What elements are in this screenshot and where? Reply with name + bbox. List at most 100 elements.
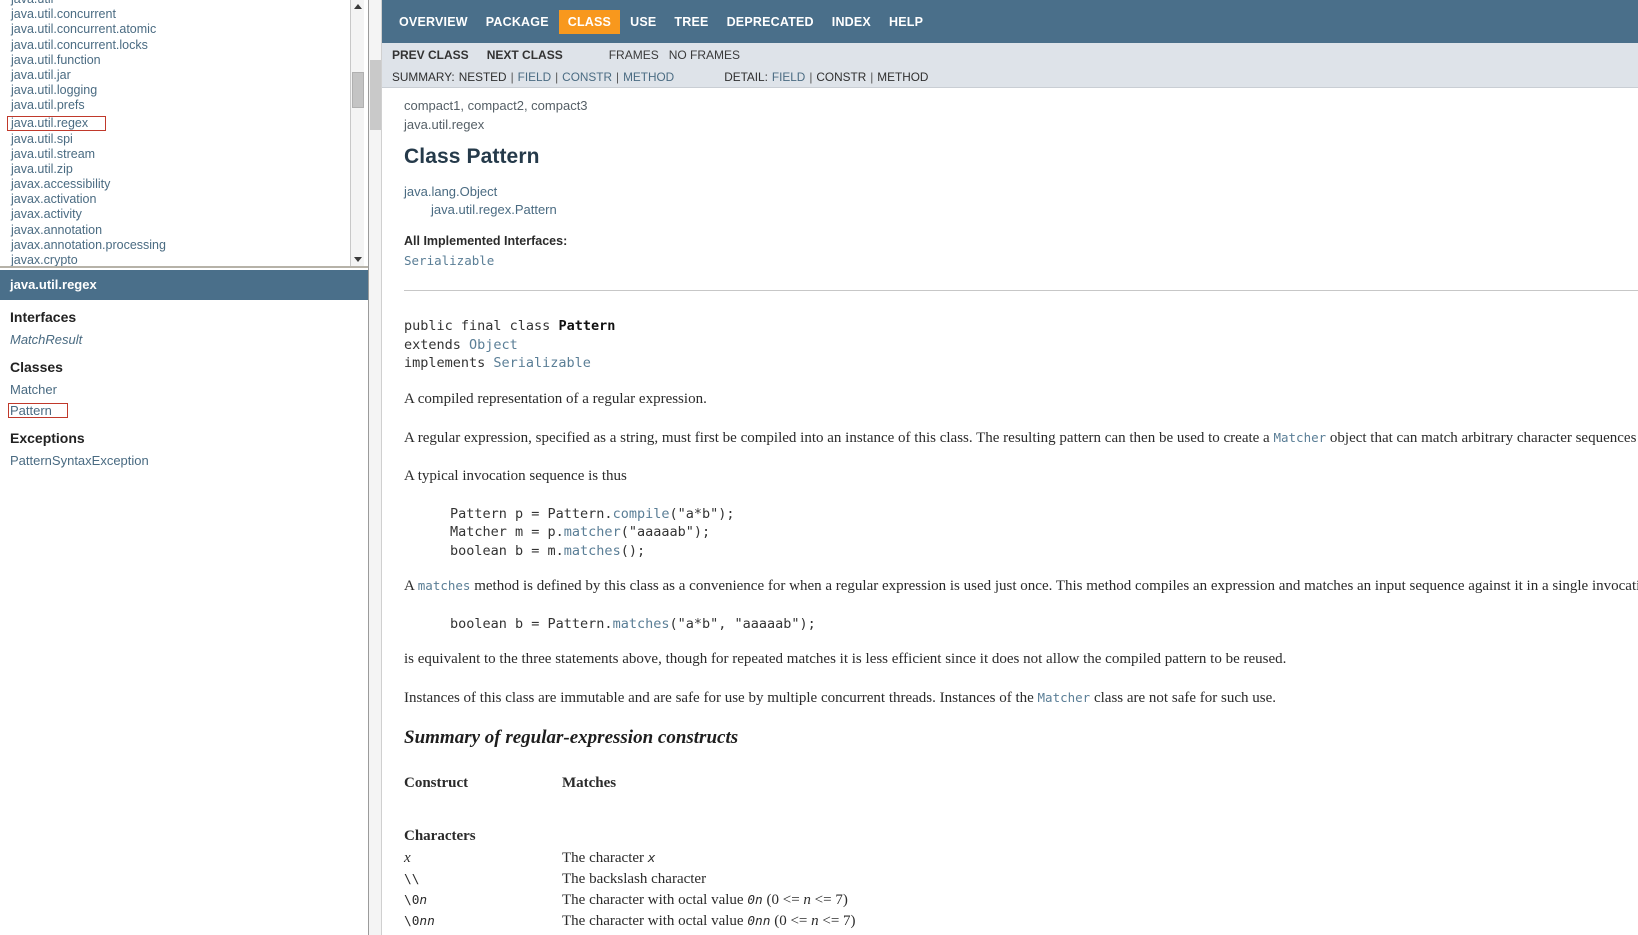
summary-link-constr[interactable]: CONSTR (562, 70, 612, 84)
package-list-item[interactable]: javax.accessibility (9, 177, 348, 192)
package-list-item[interactable]: javax.annotation.processing (9, 238, 348, 253)
class-document: compact1, compact2, compact3 java.util.r… (383, 88, 1638, 935)
javadoc-page: java.utiljava.util.concurrentjava.util.c… (0, 0, 1638, 935)
package-list-item[interactable]: javax.activation (9, 192, 348, 207)
profiles-line: compact1, compact2, compact3 (404, 98, 588, 113)
nav-link-class[interactable]: CLASS (558, 9, 621, 34)
table-group-row: Characters (404, 826, 945, 848)
detail-link-constr[interactable]: CONSTR (816, 70, 866, 84)
package-list-item[interactable]: javax.activity (9, 207, 348, 222)
implemented-interface-link[interactable]: Serializable (404, 253, 1638, 268)
package-list-item[interactable]: java.util.logging (9, 83, 348, 98)
nav-link-index[interactable]: INDEX (824, 11, 879, 33)
nav-link-tree[interactable]: TREE (666, 11, 716, 33)
scrollbar-thumb[interactable] (370, 60, 381, 130)
nav-link-deprecated[interactable]: DEPRECATED (719, 11, 822, 33)
signature-line-3: implements Serializable (404, 355, 591, 371)
summary-link-field[interactable]: FIELD (518, 70, 551, 84)
separator: | (510, 69, 514, 84)
frames-link[interactable]: FRAMES (609, 48, 659, 62)
scrollbar-thumb[interactable] (352, 72, 364, 108)
next-class-link[interactable]: NEXT CLASS (487, 48, 563, 62)
matcher-code-ref[interactable]: Matcher (1273, 430, 1326, 445)
matcher-code-ref-2[interactable]: Matcher (1038, 690, 1091, 705)
class-list-item[interactable]: MatchResult (0, 329, 368, 350)
nav-link-use[interactable]: USE (622, 11, 664, 33)
cell-construct: \0nn (404, 913, 435, 929)
detail-link-field[interactable]: FIELD (772, 70, 805, 84)
signature-line-1: public final class Pattern (404, 318, 616, 334)
scroll-up-arrow-icon[interactable] (351, 0, 364, 13)
class-frame-package-title: java.util.regex (0, 270, 368, 300)
package-list-frame[interactable]: java.utiljava.util.concurrentjava.util.c… (0, 0, 368, 268)
separator: | (809, 69, 813, 84)
detail-label: DETAIL: (724, 69, 768, 84)
description-paragraph-1: A compiled representation of a regular e… (404, 390, 707, 407)
page-title: Class Pattern (404, 145, 540, 168)
class-list-frame: java.util.regex Interfaces MatchResult Cla… (0, 270, 368, 935)
package-list-item[interactable]: java.util.zip (9, 162, 348, 177)
cell-matches (562, 826, 945, 848)
class-signature: public final class Pattern extends Objec… (404, 317, 1638, 373)
nav-link-help[interactable]: HELP (881, 11, 931, 33)
code-block-2: boolean b = Pattern.matches("a*b", "aaaa… (450, 616, 816, 632)
nav-link-package[interactable]: PACKAGE (478, 11, 557, 33)
matches-code-ref[interactable]: matches (418, 578, 471, 593)
package-list-item[interactable]: javax.annotation (9, 223, 348, 238)
class-list-sections: Interfaces MatchResult Classes Matcher Patte… (0, 300, 368, 471)
summary-links: NESTED | FIELD | CONSTR | METHOD (459, 70, 674, 84)
class-list-item[interactable]: Pattern (0, 400, 368, 421)
package-list-item[interactable]: java.util (9, 0, 348, 7)
package-list-item[interactable]: java.util.function (9, 53, 348, 68)
package-list-item[interactable]: java.util.jar (9, 68, 348, 83)
table-row: \0nn The character with octal value 0nn (… (404, 911, 945, 932)
sub-navigation-bar: PREV CLASS NEXT CLASS FRAMES NO FRAMES (382, 43, 1638, 66)
left-frames-column: java.utiljava.util.concurrentjava.util.c… (0, 0, 369, 935)
cell-matches: The character with octal value 0nn (0 <=… (562, 912, 856, 929)
package-list-item[interactable]: java.util.spi (9, 132, 348, 147)
table-row: x The character x (404, 848, 945, 869)
cell-matches: The character x (562, 849, 656, 866)
class-list-item[interactable]: PatternSyntaxException (0, 450, 368, 471)
class-list-item-label: Pattern (8, 403, 68, 418)
package-list-item[interactable]: javax.crypto (9, 253, 348, 266)
prev-class-link[interactable]: PREV CLASS (392, 48, 469, 62)
package-list-scrollbar[interactable] (350, 0, 364, 266)
cell-construct: x (404, 849, 411, 866)
package-list-item[interactable]: java.util.concurrent.atomic (9, 22, 348, 37)
package-list-item[interactable]: java.util.stream (9, 147, 348, 162)
scroll-down-arrow-icon[interactable] (351, 253, 364, 266)
column-header-construct: Construct (404, 774, 469, 791)
cell-construct: Characters (404, 827, 476, 844)
signature-line-2: extends Object (404, 336, 518, 353)
summary-link-method[interactable]: METHOD (623, 70, 674, 84)
table-header-row: Construct Matches (404, 773, 945, 826)
package-list-item[interactable]: java.util.concurrent.locks (9, 38, 348, 53)
nav-link-overview[interactable]: OVERVIEW (391, 11, 476, 33)
class-list-item[interactable]: Matcher (0, 379, 368, 400)
description-paragraph-5: is equivalent to the three statements ab… (404, 650, 1287, 667)
class-list-heading: Exceptions (10, 430, 85, 446)
description-paragraph-2: A regular expression, specified as a str… (404, 429, 1638, 446)
implemented-interfaces-label: All Implemented Interfaces: (404, 234, 568, 248)
description-paragraph-4: A matches method is defined by this clas… (404, 578, 1638, 594)
summary-label: SUMMARY: (392, 69, 455, 84)
package-list-item[interactable]: java.util.regex (7, 115, 107, 131)
divider (404, 290, 1638, 291)
summary-link-nested[interactable]: NESTED (459, 70, 507, 84)
table-row: \0mnnThe character with octal value 0mnn… (404, 932, 945, 935)
hierarchy-root[interactable]: java.lang.Object (404, 183, 1638, 201)
top-navigation-bar: OVERVIEW PACKAGE CLASS USE TREE DEPRECATED IND… (382, 0, 1638, 43)
package-list-item[interactable]: java.util.concurrent (9, 7, 348, 22)
cell-matches: The character with octal value 0mnn (0 <… (562, 932, 945, 935)
cell-construct: \0mnn (404, 932, 562, 935)
separator: | (615, 69, 620, 84)
regex-constructs-table: Construct Matches Characters x The character… (404, 773, 945, 935)
code-block-1: Pattern p = Pattern.compile("a*b"); Matc… (450, 505, 735, 559)
no-frames-link[interactable]: NO FRAMES (669, 48, 740, 62)
section-heading-constructs: Summary of regular-expression constructs (404, 726, 739, 748)
cell-construct: \\ (404, 871, 420, 887)
package-list-item[interactable]: java.util.prefs (9, 98, 348, 113)
main-frame-scrollbar[interactable] (369, 0, 382, 935)
detail-link-method[interactable]: METHOD (877, 70, 928, 84)
